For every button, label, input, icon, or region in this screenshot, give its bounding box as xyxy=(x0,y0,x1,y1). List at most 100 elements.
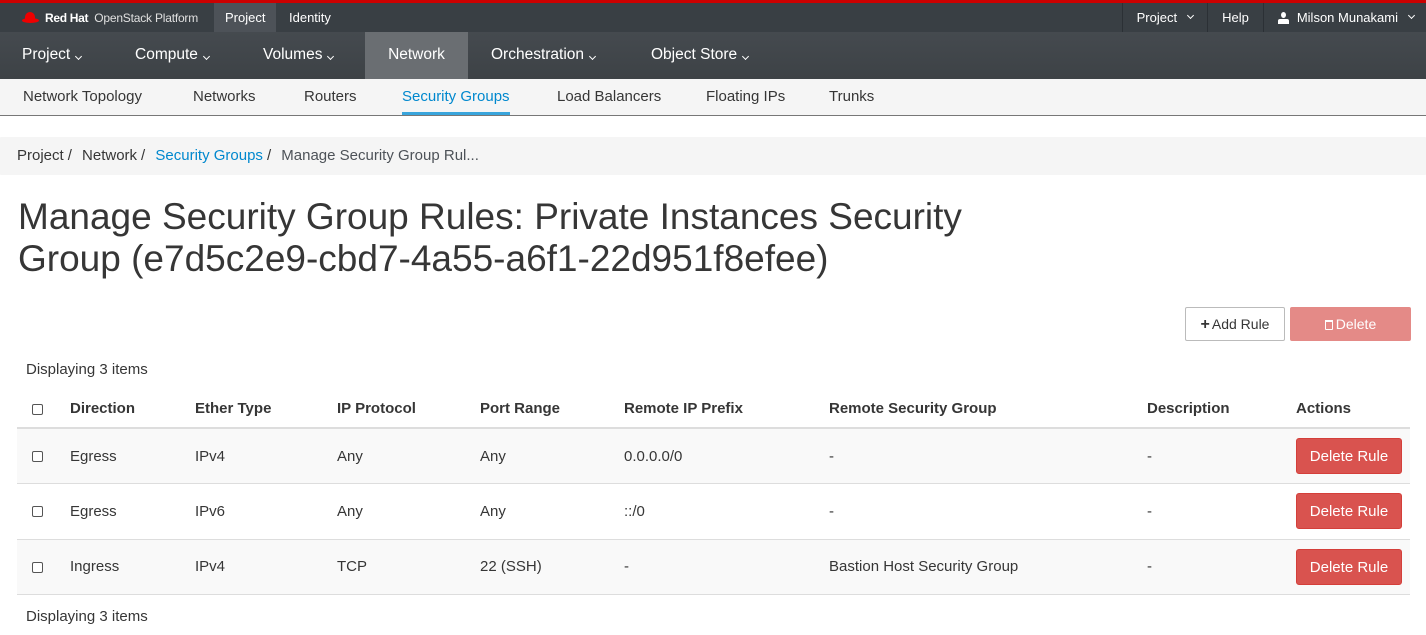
table-header-row: Direction Ether Type IP Protocol Port Ra… xyxy=(17,390,1410,429)
cell-port-range: 22 (SSH) xyxy=(480,539,624,595)
security-rules-table: Direction Ether Type IP Protocol Port Ra… xyxy=(17,390,1410,595)
user-menu[interactable]: Milson Munakami xyxy=(1262,3,1426,32)
brand-name-light: OpenStack Platform xyxy=(94,10,199,25)
help-link[interactable]: Help xyxy=(1207,3,1263,32)
col-direction[interactable]: Direction xyxy=(70,390,195,429)
brand-name-bold: Red Hat xyxy=(45,10,89,25)
breadcrumb-separator: / xyxy=(67,147,72,164)
cell-description: - xyxy=(1147,539,1296,595)
user-name: Milson Munakami xyxy=(1296,10,1398,25)
nav-project-label: Project xyxy=(22,46,71,63)
nav-object-store[interactable]: Object Store xyxy=(629,32,770,79)
row-checkbox[interactable] xyxy=(32,561,43,573)
cell-direction: Ingress xyxy=(70,539,195,595)
delete-rule-button[interactable]: Delete Rule xyxy=(1296,493,1402,530)
subnav-network-topology[interactable]: Network Topology xyxy=(23,79,142,115)
cell-ip-protocol: TCP xyxy=(337,539,480,595)
delete-rules-label: Delete Rules xyxy=(1332,316,1377,364)
add-rule-button[interactable]: + Add Rule xyxy=(1185,307,1285,341)
breadcrumb-current: Manage Security Group Rul... xyxy=(281,147,479,164)
subnav-load-balancers[interactable]: Load Balancers xyxy=(557,79,661,115)
user-icon xyxy=(1277,11,1289,24)
cell-direction: Egress xyxy=(70,483,195,540)
subnav-routers[interactable]: Routers xyxy=(304,79,357,115)
cell-direction: Egress xyxy=(70,428,195,484)
page-title: Manage Security Group Rules: Private Ins… xyxy=(18,196,962,279)
brand-logo[interactable]: Red Hat OpenStack Platform xyxy=(22,3,198,32)
cell-actions: Delete Rule xyxy=(1296,483,1410,540)
masthead: Red Hat OpenStack Platform Project Ident… xyxy=(0,0,1426,32)
select-all-cell xyxy=(17,390,70,429)
nav-project[interactable]: Project xyxy=(0,32,103,79)
chevron-down-icon xyxy=(202,52,210,61)
nav-network[interactable]: Network xyxy=(365,32,468,79)
col-remote-ip-prefix[interactable]: Remote IP Prefix xyxy=(624,390,829,429)
project-menu-label: Project xyxy=(1136,10,1178,25)
select-all-checkbox[interactable] xyxy=(32,403,43,415)
col-actions: Actions xyxy=(1296,390,1410,429)
table-row: Ingress IPv4 TCP 22 (SSH) - Bastion Host… xyxy=(17,539,1410,595)
plus-icon: + xyxy=(1200,316,1210,333)
cell-port-range: Any xyxy=(480,483,624,540)
col-ether-type[interactable]: Ether Type xyxy=(195,390,337,429)
cell-ether-type: IPv6 xyxy=(195,483,337,540)
col-port-range[interactable]: Port Range xyxy=(480,390,624,429)
nav-object-store-label: Object Store xyxy=(651,46,738,63)
chevron-down-icon xyxy=(1407,11,1416,20)
delete-rules-button[interactable]: Delete Rules xyxy=(1290,307,1411,364)
cell-remote-security-group: Bastion Host Security Group xyxy=(829,539,1147,595)
subnav-security-groups[interactable]: Security Groups xyxy=(402,79,510,115)
breadcrumb: Project / Network / Security Groups / Manag… xyxy=(0,137,1426,175)
cell-ether-type: IPv4 xyxy=(195,539,337,595)
subnav-floating-ips[interactable]: Floating IPs xyxy=(706,79,785,115)
col-description[interactable]: Description xyxy=(1147,390,1296,429)
top-tab-project[interactable]: Project xyxy=(214,3,277,32)
cell-description: - xyxy=(1147,428,1296,484)
row-select-cell xyxy=(17,483,70,540)
item-count-top: Displaying 3 items xyxy=(26,361,148,378)
nav-volumes-label: Volumes xyxy=(263,46,323,63)
subnav-networks[interactable]: Networks xyxy=(193,79,256,115)
help-label: Help xyxy=(1222,10,1249,25)
breadcrumb-separator: / xyxy=(266,147,272,164)
cell-ip-protocol: Any xyxy=(337,483,480,540)
cell-remote-ip-prefix: - xyxy=(624,539,829,595)
add-rule-label: Add Rule xyxy=(1211,316,1270,332)
breadcrumb-network: Network xyxy=(82,147,138,164)
project-menu[interactable]: Project xyxy=(1121,3,1207,32)
cell-ip-protocol: Any xyxy=(337,428,480,484)
delete-rule-button[interactable]: Delete Rule xyxy=(1296,438,1402,474)
cell-description: - xyxy=(1147,483,1296,540)
cell-port-range: Any xyxy=(480,428,624,484)
main-nav: Project Compute Volumes Network Orchestr… xyxy=(0,32,1426,79)
row-checkbox[interactable] xyxy=(32,451,43,463)
chevron-down-icon xyxy=(1187,11,1195,20)
table-row: Egress IPv4 Any Any 0.0.0.0/0 - - Delete… xyxy=(17,428,1410,484)
table-row: Egress IPv6 Any Any ::/0 - - Delete Rule xyxy=(17,483,1410,540)
top-tab-identity[interactable]: Identity xyxy=(278,3,342,32)
subnav-trunks[interactable]: Trunks xyxy=(829,79,874,115)
item-count-bottom: Displaying 3 items xyxy=(26,608,148,625)
chevron-down-icon xyxy=(327,52,335,61)
nav-compute[interactable]: Compute xyxy=(113,32,231,79)
row-checkbox[interactable] xyxy=(32,506,43,518)
cell-actions: Delete Rule xyxy=(1296,539,1410,595)
cell-remote-ip-prefix: 0.0.0.0/0 xyxy=(624,428,829,484)
row-select-cell xyxy=(17,428,70,484)
chevron-down-icon xyxy=(75,52,83,61)
col-remote-security-group[interactable]: Remote Security Group xyxy=(829,390,1147,429)
nav-compute-label: Compute xyxy=(135,46,198,63)
nav-volumes[interactable]: Volumes xyxy=(241,32,355,79)
delete-rule-button[interactable]: Delete Rule xyxy=(1296,548,1402,585)
breadcrumb-security-groups[interactable]: Security Groups xyxy=(155,147,263,164)
row-select-cell xyxy=(17,539,70,595)
cell-ether-type: IPv4 xyxy=(195,428,337,484)
trash-icon xyxy=(1324,320,1333,330)
chevron-down-icon xyxy=(742,52,750,61)
cell-actions: Delete Rule xyxy=(1296,428,1410,484)
nav-orchestration-label: Orchestration xyxy=(491,46,585,63)
nav-orchestration[interactable]: Orchestration xyxy=(469,32,617,79)
nav-network-label: Network xyxy=(388,46,445,63)
chevron-down-icon xyxy=(589,52,597,61)
col-ip-protocol[interactable]: IP Protocol xyxy=(337,390,480,429)
